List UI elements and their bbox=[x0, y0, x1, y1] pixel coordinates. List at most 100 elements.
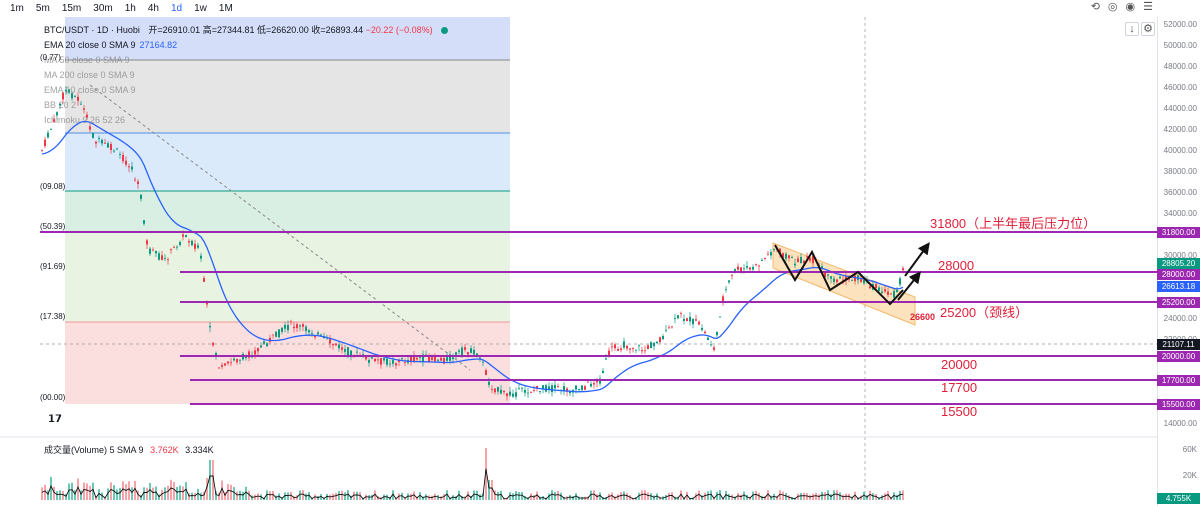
candle-body bbox=[881, 291, 883, 294]
candle-body bbox=[707, 337, 709, 341]
indicator-label[interactable]: BB 20 2 bbox=[44, 100, 76, 110]
candle-body bbox=[335, 343, 337, 346]
candle-body bbox=[392, 360, 394, 364]
candle-body bbox=[146, 240, 148, 245]
candle-body bbox=[851, 280, 853, 282]
timeframe-1h[interactable]: 1h bbox=[119, 3, 142, 14]
candle-body bbox=[149, 248, 151, 254]
candle-body bbox=[854, 275, 856, 282]
high-value: 高=27344.81 bbox=[202, 25, 255, 35]
candle-body bbox=[437, 359, 439, 361]
volume-bar bbox=[800, 492, 802, 500]
change-value: −20.22 (−0.08%) bbox=[365, 25, 433, 35]
candle-body bbox=[671, 326, 673, 328]
volume-bar bbox=[86, 483, 88, 500]
candle-body bbox=[650, 342, 652, 349]
candle-body bbox=[455, 352, 457, 355]
volume-bar bbox=[146, 487, 148, 500]
volume-bar bbox=[194, 492, 196, 500]
volume-bar bbox=[479, 494, 481, 500]
indicator-label[interactable]: MA 200 close 0 SMA 9 bbox=[44, 70, 135, 80]
volume-label[interactable]: 成交量(Volume) bbox=[44, 445, 107, 455]
candle-body bbox=[509, 391, 511, 396]
candle-body bbox=[719, 316, 721, 318]
candle-body bbox=[320, 334, 322, 336]
volume-sma: 5 SMA 9 bbox=[109, 445, 144, 455]
candle-body bbox=[620, 348, 622, 351]
price-axis-tick: 44000.00 bbox=[1163, 104, 1197, 113]
candle-body bbox=[404, 362, 406, 363]
candle-body bbox=[113, 150, 115, 152]
fib-level-label: (50.39) bbox=[40, 222, 66, 231]
timeframe-toolbar: 1m 5m 15m 30m 1h 4h 1d 1w 1M bbox=[0, 0, 1200, 17]
candle-body bbox=[467, 352, 469, 355]
open-value: 开=26910.01 bbox=[148, 25, 201, 35]
candle-body bbox=[143, 220, 145, 224]
volume-bar bbox=[518, 491, 520, 500]
candle-body bbox=[50, 129, 52, 130]
volume-bar bbox=[512, 493, 514, 500]
price-axis-tick: 40000.00 bbox=[1163, 146, 1197, 155]
timeframe-5m[interactable]: 5m bbox=[30, 3, 56, 14]
timeframe-1w[interactable]: 1w bbox=[188, 3, 213, 14]
price-label-20000: 20000.00 bbox=[1157, 351, 1200, 362]
tradingview-logo-icon: 𝟭𝟳 bbox=[48, 414, 62, 425]
candle-body bbox=[827, 274, 829, 276]
volume-bar bbox=[896, 494, 898, 500]
candle-body bbox=[896, 289, 898, 293]
settings-icon[interactable]: ⚙ bbox=[1141, 22, 1155, 36]
candle-body bbox=[308, 330, 310, 333]
price-label-ema: 26613.18 bbox=[1157, 281, 1200, 292]
candle-body bbox=[278, 329, 280, 338]
close-value: 收=26893.44 bbox=[311, 25, 364, 35]
candle-body bbox=[254, 350, 256, 355]
volume-bar bbox=[152, 487, 154, 500]
candle-body bbox=[833, 278, 835, 283]
undo-icon[interactable]: ⟲ bbox=[1091, 0, 1100, 13]
timeframe-1M[interactable]: 1M bbox=[213, 3, 239, 14]
candle-body bbox=[158, 253, 160, 260]
arrow-down-icon[interactable]: ↓ bbox=[1125, 22, 1139, 36]
candle-body bbox=[386, 358, 388, 365]
candle-body bbox=[380, 358, 382, 365]
candle-body bbox=[452, 357, 454, 360]
candle-body bbox=[371, 357, 373, 359]
timeframe-4h[interactable]: 4h bbox=[142, 3, 165, 14]
volume-bar bbox=[596, 494, 598, 500]
price-axis-tick: 48000.00 bbox=[1163, 62, 1197, 71]
candle-body bbox=[275, 331, 277, 337]
menu-icon[interactable]: ☰ bbox=[1143, 0, 1153, 13]
candle-body bbox=[527, 392, 529, 394]
volume-bar bbox=[410, 493, 412, 500]
timeframe-15m[interactable]: 15m bbox=[56, 3, 87, 14]
price-label-17700: 17700.00 bbox=[1157, 375, 1200, 386]
target-icon[interactable]: ◉ bbox=[1126, 0, 1136, 13]
timeframe-1d[interactable]: 1d bbox=[165, 3, 188, 14]
candle-body bbox=[695, 319, 697, 321]
candle-body bbox=[191, 240, 193, 246]
volume-bar bbox=[44, 484, 46, 500]
candle-body bbox=[155, 250, 157, 254]
candle-body bbox=[686, 318, 688, 322]
candle-body bbox=[887, 291, 889, 295]
volume-bar bbox=[305, 493, 307, 500]
candle-body bbox=[791, 257, 793, 258]
candle-body bbox=[368, 360, 370, 363]
descending-channel bbox=[772, 242, 916, 326]
candle-body bbox=[209, 326, 211, 328]
timeframe-1m[interactable]: 1m bbox=[4, 3, 30, 14]
volume-bar bbox=[812, 493, 814, 500]
candle-body bbox=[593, 383, 595, 385]
timeframe-30m[interactable]: 30m bbox=[87, 3, 118, 14]
indicator-label[interactable]: Ichimoku 9 26 52 26 bbox=[44, 115, 125, 125]
symbol-title[interactable]: BTC/USDT · 1D · Huobi bbox=[44, 25, 140, 35]
volume-bar bbox=[110, 482, 112, 500]
indicator-label[interactable]: EMA 20 close 0 SMA 9 bbox=[44, 40, 136, 50]
candle-body bbox=[605, 358, 607, 360]
candle-body bbox=[635, 349, 637, 351]
candle-body bbox=[875, 284, 877, 289]
indicator-label[interactable]: EMA 10 close 0 SMA 9 bbox=[44, 85, 136, 95]
settings-icon[interactable]: ◎ bbox=[1108, 0, 1118, 13]
volume-bar bbox=[119, 487, 121, 500]
volume-bar bbox=[830, 494, 832, 500]
